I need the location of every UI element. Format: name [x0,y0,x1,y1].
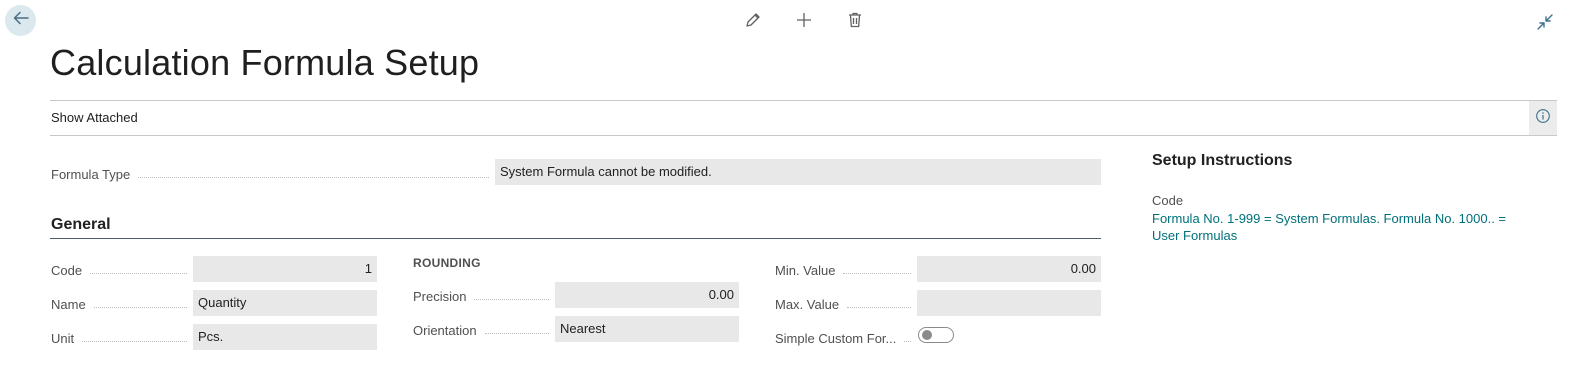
orientation-field[interactable]: Nearest [555,316,739,342]
formula-type-field[interactable]: System Formula cannot be modified. [495,159,1101,185]
factbox-title: Setup Instructions [1152,152,1293,169]
precision-field[interactable]: 0.00 [555,282,739,308]
collapse-arrows-icon [1535,14,1555,36]
show-attached-action[interactable]: Show Attached [51,110,138,125]
formula-type-label: Formula Type [51,165,495,183]
name-field[interactable]: Quantity [193,290,377,316]
action-bar: Show Attached [50,100,1557,136]
plus-icon [795,11,813,34]
precision-label: Precision [413,287,555,305]
factbox-toggle-button[interactable] [1529,101,1557,135]
factbox-code-instructions: Formula No. 1-999 = System Formulas. For… [1152,211,1507,243]
page-title: Calculation Formula Setup [50,42,480,83]
unit-field[interactable]: Pcs. [193,324,377,350]
pencil-icon [744,11,762,34]
section-divider [50,238,1101,239]
factbox-code-label: Code [1152,193,1184,208]
info-icon [1535,108,1551,129]
trash-icon [846,11,864,34]
min-value-field[interactable]: 0.00 [917,256,1101,282]
max-value-label: Max. Value [775,295,917,313]
section-title-general[interactable]: General [51,216,111,234]
rounding-caption: ROUNDING [413,256,481,270]
min-value-label: Min. Value [775,261,917,279]
edit-button[interactable] [741,10,765,34]
arrow-left-icon [12,9,30,32]
code-label: Code [51,261,193,279]
simple-custom-formula-label: Simple Custom For... [775,329,917,347]
simple-custom-formula-toggle[interactable] [918,327,954,343]
new-button[interactable] [792,10,816,34]
code-field[interactable]: 1 [193,256,377,282]
name-label: Name [51,295,193,313]
delete-button[interactable] [843,10,867,34]
unit-label: Unit [51,329,193,347]
toggle-knob [922,330,932,340]
back-button[interactable] [5,5,36,36]
orientation-label: Orientation [413,321,555,339]
max-value-field[interactable] [917,290,1101,316]
collapse-button[interactable] [1535,12,1555,32]
